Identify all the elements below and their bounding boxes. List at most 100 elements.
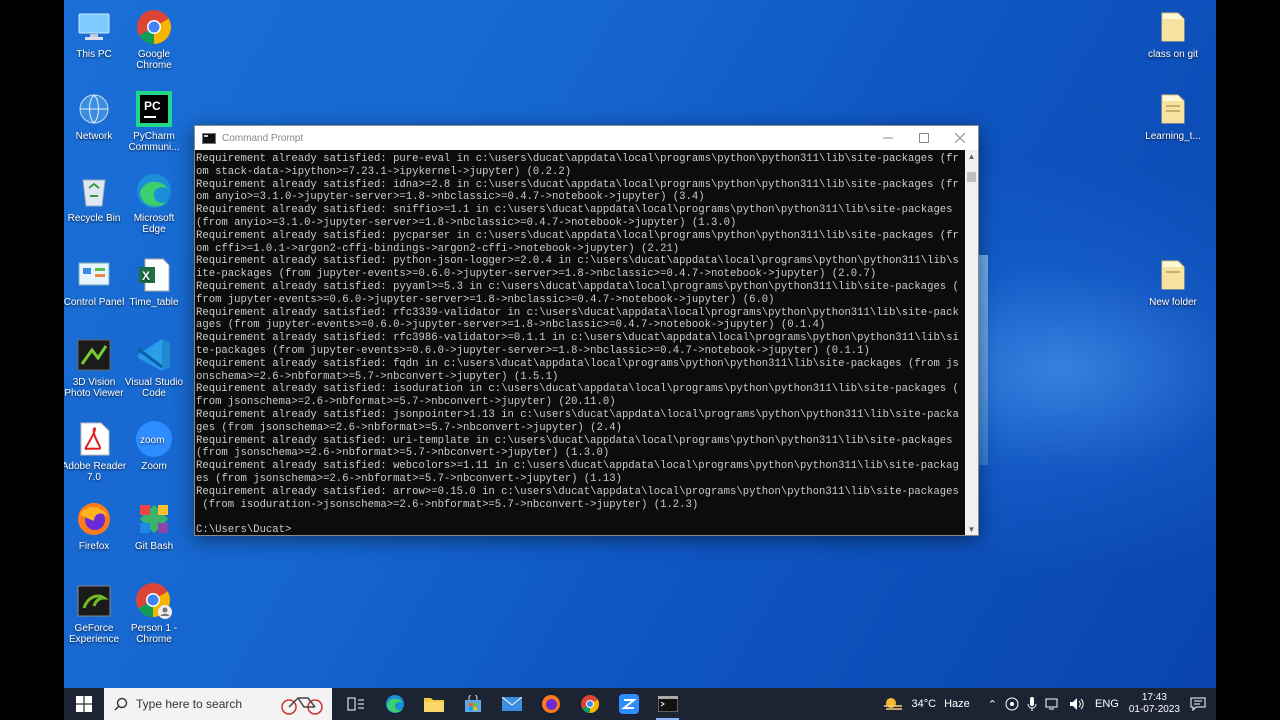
desktop-icon-control-panel[interactable]: Control Panel [64, 256, 127, 308]
language-indicator[interactable]: ENG [1095, 698, 1119, 710]
weather-description[interactable]: Haze [944, 698, 970, 710]
desktop-icon-label: Time_table [129, 297, 179, 308]
desktop-icon-time-table[interactable]: X Time_table [121, 256, 187, 308]
desktop-icon-label: Git Bash [134, 541, 174, 552]
edge-icon [385, 695, 404, 713]
console-line: (from anyio>=3.1.0->jupyter-server>=1.8-… [196, 216, 737, 229]
console-line: es (from jsonschema>=2.6->nbformat>=5.7-… [196, 472, 622, 485]
taskbar-search-box[interactable]: Type here to search [104, 688, 332, 720]
desktop-icon-label: Person 1 - Chrome [130, 623, 178, 645]
console-line: Requirement already satisfied: arrow>=0.… [196, 485, 959, 498]
console-line: Requirement already satisfied: pure-eval… [196, 153, 959, 165]
desktop-icon-class-on-git[interactable]: class on git [1140, 8, 1206, 60]
desktop-icon-label: Google Chrome [136, 49, 172, 71]
show-hidden-icons-chevron-up-icon[interactable]: ⌃ [988, 698, 997, 711]
desktop-icon-new-folder[interactable]: New folder [1140, 256, 1206, 308]
edge-icon [135, 172, 173, 210]
meet-now-icon[interactable] [1005, 697, 1019, 711]
mail-icon [501, 697, 522, 711]
command-prompt-window[interactable]: Command Prompt Requirement already satis… [194, 125, 979, 536]
console-line: om stack-data->ipython>=7.23.1->ipykerne… [196, 165, 572, 178]
vertical-scrollbar[interactable]: ▲ ▼ [965, 150, 978, 535]
folder-icon [1154, 8, 1192, 46]
desktop-icon-3d-vision[interactable]: 3D Vision Photo Viewer [64, 336, 127, 399]
console-line: ges (from jsonschema>=2.6->nbformat>=5.7… [196, 421, 622, 434]
desktop-icon-zoom[interactable]: zoom Zoom [121, 420, 187, 472]
desktop-icon-label: Visual Studio Code [124, 377, 184, 399]
desktop-icon-label: Recycle Bin [67, 213, 121, 224]
maximize-button[interactable] [906, 126, 942, 150]
pycharm-icon: PC [135, 90, 173, 128]
desktop-icon-this-pc[interactable]: This PC [64, 8, 127, 60]
desktop-icon-vscode[interactable]: Visual Studio Code [121, 336, 187, 399]
chrome-person-icon [135, 582, 173, 620]
console-output[interactable]: Requirement already satisfied: pure-eval… [195, 150, 965, 535]
desktop-icon-git-bash[interactable]: Git Bash [121, 500, 187, 552]
console-line: Requirement already satisfied: idna>=2.8… [196, 178, 959, 191]
this-pc-icon [75, 8, 113, 46]
console-line: Requirement already satisfied: python-js… [196, 255, 959, 268]
recycle-bin-icon [75, 172, 113, 210]
desktop-icon-adobe-reader[interactable]: Adobe Reader 7.0 [64, 420, 127, 483]
task-view-button[interactable] [336, 688, 375, 720]
desktop-icon-label: Microsoft Edge [133, 213, 175, 235]
weather-temperature[interactable]: 34°C [912, 698, 937, 710]
desktop-icon-label: Control Panel [64, 297, 125, 308]
taskbar-edge[interactable] [375, 688, 414, 720]
console-line: om anyio>=3.1.0->jupyter-server>=1.8->nb… [196, 191, 705, 204]
clock[interactable]: 17:43 01-07-2023 [1129, 692, 1180, 716]
console-line: (from isoduration->jsonschema>=2.6->nbfo… [196, 498, 699, 511]
desktop-icon-pycharm[interactable]: PC PyCharm Communi... [121, 90, 187, 153]
chrome-icon [580, 695, 599, 713]
folder-icon [1154, 256, 1192, 294]
window-title: Command Prompt [222, 132, 304, 144]
desktop-icon-geforce[interactable]: GeForce Experience [64, 582, 127, 645]
geforce-icon [75, 582, 113, 620]
desktop-icon-network[interactable]: Network [64, 90, 127, 142]
close-button[interactable] [942, 126, 978, 150]
desktop-icon-label: PyCharm Communi... [128, 131, 180, 153]
console-line: om cffi>=1.0.1->argon2-cffi-bindings->ar… [196, 242, 680, 255]
volume-icon[interactable] [1069, 697, 1085, 711]
window-titlebar[interactable]: Command Prompt [195, 126, 978, 150]
taskbar-mail[interactable] [492, 688, 531, 720]
taskbar-file-explorer[interactable] [414, 688, 453, 720]
windows-logo-icon [76, 696, 92, 712]
scrollbar-thumb[interactable] [967, 172, 976, 182]
taskbar-store[interactable] [453, 688, 492, 720]
svg-text:zoom: zoom [140, 435, 164, 446]
scroll-down-arrow-icon[interactable]: ▼ [965, 523, 978, 535]
console-line: onschema>=2.6->nbformat>=5.7->nbconvert-… [196, 370, 559, 383]
console-line: C:\Users\Ducat> [196, 524, 292, 535]
desktop-icon-recycle-bin[interactable]: Recycle Bin [64, 172, 127, 224]
console-line: Requirement already satisfied: sniffio>=… [196, 204, 953, 217]
desktop-icon-firefox[interactable]: Firefox [64, 500, 127, 552]
desktop-icon-person-chrome[interactable]: Person 1 - Chrome [121, 582, 187, 645]
vscode-icon [135, 336, 173, 374]
taskbar-command-prompt[interactable] [648, 688, 687, 720]
desktop-icon-label: 3D Vision Photo Viewer [64, 377, 124, 399]
minimize-button[interactable] [870, 126, 906, 150]
start-button[interactable] [64, 688, 104, 720]
command-prompt-icon [657, 696, 678, 712]
desktop-icon-learning[interactable]: Learning_t... [1140, 90, 1206, 142]
zoom-icon: zoom [135, 420, 173, 458]
network-status-icon[interactable] [1045, 698, 1061, 710]
taskbar-zoom[interactable] [609, 688, 648, 720]
taskbar: Type here to search 34°C Haze ⌃ ENG 17:4… [64, 688, 1216, 720]
taskbar-firefox[interactable] [531, 688, 570, 720]
desktop-icon-microsoft-edge[interactable]: Microsoft Edge [121, 172, 187, 235]
console-line: (from jsonschema>=2.6->nbformat>=5.7->nb… [196, 447, 610, 460]
scroll-up-arrow-icon[interactable]: ▲ [965, 150, 978, 162]
clock-time: 17:43 [1141, 692, 1167, 703]
desktop-icon-label: Learning_t... [1145, 131, 1201, 142]
close-icon [955, 133, 965, 143]
taskbar-chrome[interactable] [570, 688, 609, 720]
console-line: Requirement already satisfied: isodurati… [196, 383, 959, 396]
desktop-icon-label: New folder [1149, 297, 1197, 308]
microphone-icon[interactable] [1027, 697, 1037, 711]
control-panel-icon [75, 256, 113, 294]
desktop-icon-google-chrome[interactable]: Google Chrome [121, 8, 187, 71]
notification-center-icon[interactable] [1190, 697, 1206, 711]
task-view-icon [347, 697, 364, 711]
